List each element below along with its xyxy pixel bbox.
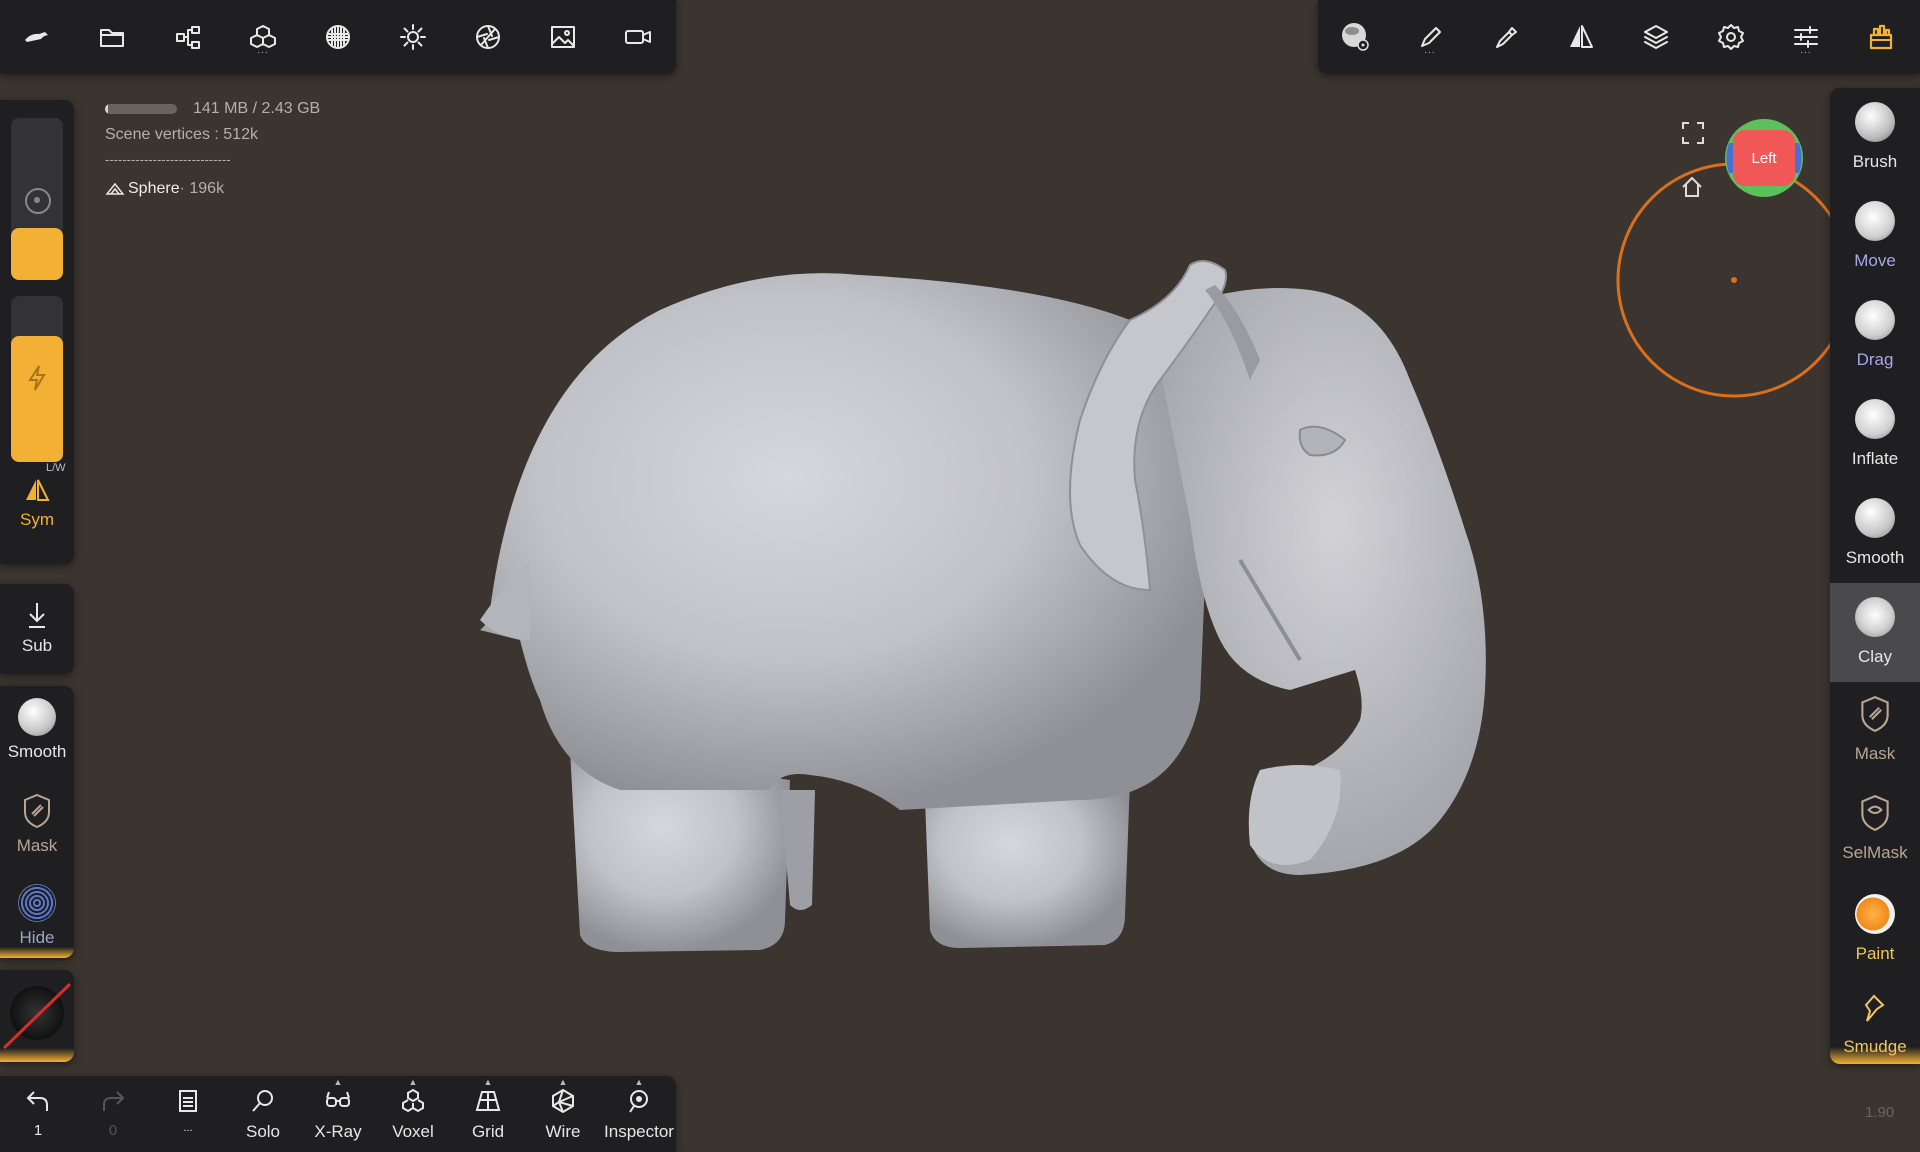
tool-label: Smudge [1843, 1037, 1907, 1056]
xray-glasses-icon [326, 1091, 350, 1107]
selmask-icon [1861, 795, 1889, 831]
wire-label: Wire [545, 1122, 581, 1141]
left-toolbar-sub: Sub [0, 584, 74, 674]
inflate-icon [1855, 399, 1895, 439]
smooth-icon [1855, 498, 1895, 538]
tool-label: SelMask [1842, 843, 1908, 862]
voxel-label: Voxel [392, 1122, 434, 1141]
undo-icon [26, 1091, 48, 1111]
intensity-slider-fill [11, 336, 63, 462]
hide-icon [18, 884, 56, 922]
view-cube-label: Left [1751, 150, 1777, 167]
tool-smudge[interactable]: Smudge [1830, 979, 1920, 1064]
wireframe-icon [552, 1088, 574, 1114]
caret-icon: ▲ [483, 1077, 493, 1087]
intensity-slider[interactable] [11, 296, 63, 462]
home-view-icon[interactable] [1679, 174, 1705, 200]
left-toolbar-quick-tools: Smooth Mask Hide [0, 686, 74, 958]
tool-label: Drag [1856, 350, 1894, 369]
inspector-button[interactable]: ▲ Inspector [602, 1077, 676, 1148]
undo-count: 1 [33, 1122, 43, 1139]
symmetry-icon [26, 479, 50, 501]
tool-mask[interactable]: Mask [1830, 682, 1920, 781]
caret-icon: ▲ [634, 1077, 644, 1087]
no-alpha-slash-icon [2, 982, 72, 1050]
tool-brush[interactable]: Brush [1830, 88, 1920, 187]
quick-mask-button[interactable]: Mask [0, 792, 74, 856]
move-icon [1855, 201, 1895, 241]
drag-icon [1855, 300, 1895, 340]
caret-icon: ▲ [333, 1077, 343, 1087]
symmetry-toggle[interactable]: Sym L/W [0, 462, 74, 530]
sym-label: Sym [20, 510, 54, 529]
magnifier-icon [252, 1090, 273, 1112]
voxel-cubes-icon [402, 1088, 424, 1113]
clay-icon [1855, 597, 1895, 637]
smooth-ball-icon [18, 698, 56, 736]
grid-button[interactable]: ▲ Grid [452, 1077, 524, 1148]
inspector-label: Inspector [604, 1122, 674, 1141]
lightning-icon [28, 365, 46, 391]
brush-center-dot [1731, 277, 1737, 283]
download-arrow-icon [29, 603, 45, 628]
version-label: 1.90 [1865, 1104, 1895, 1121]
xray-label: X-Ray [314, 1122, 362, 1141]
tool-move[interactable]: Move [1830, 187, 1920, 286]
tool-inflate[interactable]: Inflate [1830, 385, 1920, 484]
quick-smooth-button[interactable]: Smooth [0, 698, 74, 762]
xray-button[interactable]: ▲ X-Ray [302, 1077, 374, 1148]
viewport-3d[interactable] [0, 0, 1920, 1152]
smooth-label: Smooth [7, 742, 67, 761]
undo-button[interactable]: 1 [2, 1084, 74, 1148]
radius-slider-fill [11, 228, 63, 280]
bottom-toolbar: 1 0 ... Solo ▲ X-Ray ▲ Voxel ▲ Grid ▲ Wi… [0, 1076, 676, 1152]
tool-label: Inflate [1851, 449, 1899, 468]
inspector-eye-icon [629, 1090, 648, 1113]
view-cube[interactable]: Left [1724, 118, 1804, 198]
caret-icon: ▲ [408, 1077, 418, 1087]
redo-button[interactable]: 0 [77, 1084, 149, 1148]
subdivide-button[interactable]: Sub [0, 600, 74, 656]
mask-label: Mask [16, 836, 58, 855]
redo-icon [103, 1091, 125, 1111]
paint-icon [1855, 894, 1895, 934]
sub-label: Sub [21, 636, 53, 655]
brush-icon [1855, 102, 1895, 142]
tool-smooth[interactable]: Smooth [1830, 484, 1920, 583]
radius-slider[interactable] [11, 118, 63, 280]
tool-paint[interactable]: Paint [1830, 880, 1920, 979]
tool-label: Smooth [1845, 548, 1905, 567]
history-button[interactable]: ... [152, 1084, 224, 1148]
tool-label: Clay [1857, 647, 1892, 666]
tool-drag[interactable]: Drag [1830, 286, 1920, 385]
fullscreen-icon[interactable] [1680, 120, 1706, 146]
mask-icon [1861, 696, 1889, 732]
sym-mode: L/W [46, 462, 66, 474]
elephant-model[interactable] [480, 260, 1486, 952]
more-indicator: ... [183, 1122, 193, 1134]
tool-label: Mask [1854, 744, 1896, 763]
caret-icon: ▲ [558, 1077, 568, 1087]
left-toolbar-alpha [0, 970, 74, 1062]
tool-label: Paint [1855, 944, 1895, 963]
voxel-button[interactable]: ▲ Voxel [377, 1077, 449, 1148]
tool-clay[interactable]: Clay [1830, 583, 1920, 682]
tool-selmask[interactable]: SelMask [1830, 781, 1920, 880]
grid-label: Grid [471, 1122, 505, 1141]
tool-label: Brush [1852, 152, 1898, 171]
redo-count: 0 [108, 1122, 118, 1139]
solo-button[interactable]: Solo [227, 1084, 299, 1148]
grid-icon [475, 1091, 501, 1111]
mask-shield-icon [24, 793, 50, 829]
smudge-icon [1864, 994, 1885, 1022]
right-tools-panel: Brush Move Drag Inflate Smooth Clay Mask… [1830, 88, 1920, 1064]
history-list-icon [179, 1090, 197, 1112]
hide-label: Hide [19, 928, 55, 947]
solo-label: Solo [245, 1122, 281, 1141]
radius-icon-dot [34, 197, 40, 203]
tool-label: Move [1854, 251, 1896, 270]
quick-hide-button[interactable]: Hide [0, 884, 74, 958]
wireframe-button[interactable]: ▲ Wire [527, 1077, 599, 1148]
left-toolbar-upper: Sym L/W [0, 100, 74, 564]
